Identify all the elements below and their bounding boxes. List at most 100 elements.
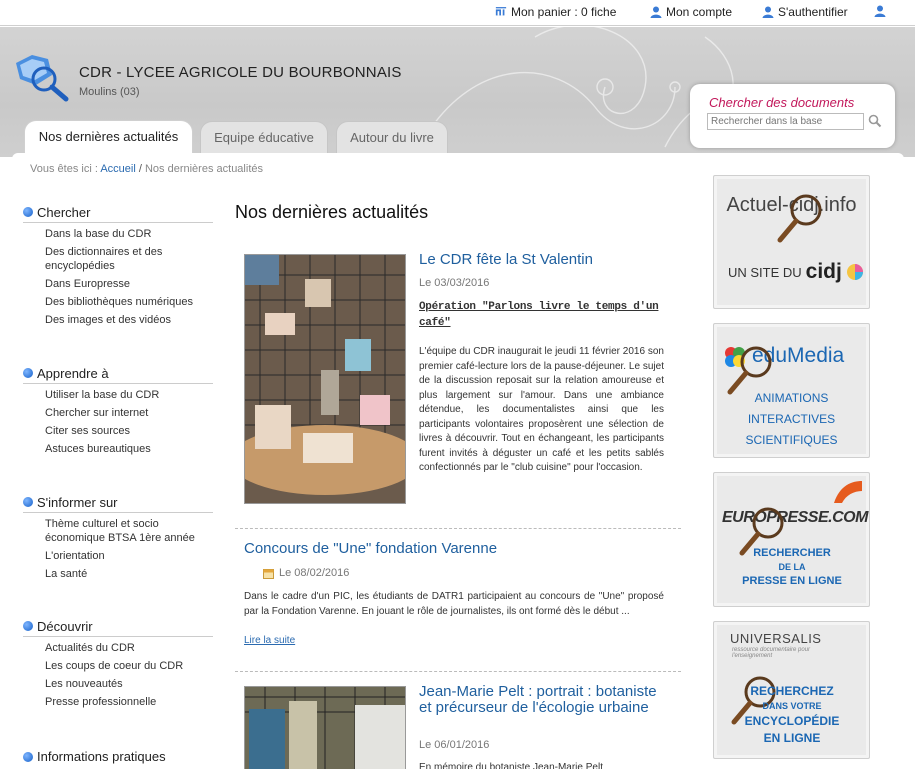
sidebar-item-bibliotheques[interactable]: Des bibliothèques numériques [45, 295, 213, 309]
tab-autour-du-livre[interactable]: Autour du livre [336, 121, 448, 153]
universalis-line: ENCYCLOPÉDIE [744, 714, 840, 728]
edumedia-banner[interactable]: eduMedia ANIMATIONS INTERACTIVES SCIENTI… [713, 323, 870, 458]
sidebar-section-decouvrir: Découvrir Actualités du CDR Les coups de… [23, 619, 213, 713]
user-icon [762, 6, 774, 18]
valentine-photo-image [245, 255, 405, 503]
sidebar-heading-label: Informations pratiques [37, 749, 166, 764]
bullet-icon [23, 368, 33, 378]
sidebar-item-sante[interactable]: La santé [45, 567, 213, 581]
cidj-banner[interactable]: Actuel-cidj.info UN SITE DU cidj [713, 175, 870, 309]
cart-link[interactable]: Mon panier : 0 fiche [495, 5, 616, 19]
sidebar-item-dictionnaires[interactable]: Des dictionnaires et des encyclopédies [45, 245, 213, 273]
universalis-line: DANS VOTRE [762, 701, 822, 711]
search-box: Chercher des documents [690, 84, 895, 148]
sidebar-item-presse-pro[interactable]: Presse professionnelle [45, 695, 213, 709]
article-title-link[interactable]: Le CDR fête la St Valentin [419, 252, 679, 268]
europresse-text: RECHERCHER DE LA PRESSE EN LIGNE [732, 545, 852, 589]
article-title-link[interactable]: Jean-Marie Pelt : portrait : botaniste e… [419, 684, 664, 716]
cidj-tagline-text: UN SITE DU [728, 264, 802, 280]
europresse-banner[interactable]: EUROPRESSE.COM RECHERCHER DE LA PRESSE E… [713, 472, 870, 607]
sidebar-heading-label: Chercher [37, 204, 91, 220]
cidj-brand: cidj [805, 260, 842, 283]
breadcrumb-home-link[interactable]: Accueil [100, 163, 135, 175]
site-title: CDR - LYCEE AGRICOLE DU BOURBONNAIS [79, 64, 402, 81]
calendar-icon [263, 568, 274, 579]
sidebar-heading-label: Découvrir [37, 618, 93, 634]
sidebar-section-chercher: Chercher Dans la base du CDR Des diction… [23, 205, 213, 331]
universalis-line: RECHERCHEZ [750, 684, 834, 698]
tab-actualites[interactable]: Nos dernières actualités [24, 120, 193, 154]
edumedia-line: INTERACTIVES [747, 412, 836, 426]
user-icon [650, 6, 662, 18]
sidebar-section-apprendre: Apprendre à Utiliser la base du CDR Cher… [23, 366, 213, 460]
sidebar-item-coups-de-coeur[interactable]: Les coups de coeur du CDR [45, 659, 213, 673]
article-body: En mémoire du botaniste Jean-Marie Pelt [419, 762, 603, 769]
edumedia-line: SCIENTIFIQUES [745, 433, 838, 447]
sidebar-item-chercher-internet[interactable]: Chercher sur internet [45, 406, 213, 420]
article-image[interactable] [244, 254, 406, 504]
sidebar-item-orientation[interactable]: L'orientation [45, 549, 213, 563]
search-icon[interactable] [868, 114, 882, 128]
sidebar-heading: Apprendre à [23, 366, 213, 384]
account-label: Mon compte [666, 5, 733, 19]
pelt-books-image [245, 687, 405, 769]
sidebar-item-citer-sources[interactable]: Citer ses sources [45, 424, 213, 438]
sidebar-item-images-videos[interactable]: Des images et des vidéos [45, 313, 213, 327]
universalis-tagline: ressource documentaire pour l'enseigneme… [732, 647, 811, 659]
article-body: L'équipe du CDR inaugurait le jeudi 11 f… [419, 346, 664, 473]
cidj-tagline: UN SITE DU cidj [728, 260, 864, 284]
universalis-text: RECHERCHEZ DANS VOTRE ENCYCLOPÉDIE EN LI… [732, 683, 852, 747]
sidebar-heading: S'informer sur [23, 495, 213, 513]
universalis-banner[interactable]: UNIVERSALIS ressource documentaire pour … [713, 621, 870, 759]
site-subtitle: Moulins (03) [79, 86, 140, 98]
breadcrumb-prefix: Vous êtes ici : [30, 163, 98, 175]
article-date-text: Le 08/02/2016 [279, 567, 350, 579]
sidebar-heading: Chercher [23, 205, 213, 223]
sidebar-item-europresse[interactable]: Dans Europresse [45, 277, 213, 291]
site-logo-icon [16, 55, 69, 102]
europresse-line: RECHERCHER [753, 547, 831, 559]
cart-icon [495, 7, 507, 16]
bullet-icon [23, 207, 33, 217]
universalis-brand: UNIVERSALIS [730, 631, 822, 646]
account-link[interactable]: Mon compte [650, 5, 732, 19]
breadcrumb-current: Nos dernières actualités [144, 163, 263, 175]
article-date: Le 08/02/2016 [263, 567, 349, 579]
article-date: Le 03/03/2016 [419, 277, 489, 289]
article-body: Dans le cadre d'un PIC, les étudiants de… [244, 591, 664, 617]
sidebar-item-astuces[interactable]: Astuces bureautiques [45, 442, 213, 456]
read-more-link[interactable]: Lire la suite [244, 635, 295, 646]
login-link[interactable]: S'authentifier [762, 5, 848, 19]
bullet-icon [23, 751, 33, 762]
edumedia-text: ANIMATIONS INTERACTIVES SCIENTIFIQUES [714, 388, 869, 451]
sidebar-section-infos-pratiques: Informations pratiques [23, 749, 213, 767]
sidebar-item-actualites[interactable]: Actualités du CDR [45, 641, 213, 655]
search-input[interactable] [707, 113, 864, 130]
page-title: Nos dernières actualités [235, 202, 429, 222]
article-separator [235, 671, 681, 672]
europresse-line: DE LA [778, 562, 806, 572]
tab-equipe-educative[interactable]: Equipe éducative [200, 121, 328, 153]
article-date-text: Le 06/01/2016 [419, 739, 490, 751]
sidebar-heading: Découvrir [23, 619, 213, 637]
sidebar-section-informer: S'informer sur Thème culturel et socio é… [23, 495, 213, 585]
sidebar-heading-label: S'informer sur [37, 494, 118, 510]
magnifier-icon [777, 194, 822, 243]
breadcrumb: Vous êtes ici : Accueil / Nos dernières … [30, 163, 263, 175]
sidebar-item-theme-culturel[interactable]: Thème culturel et socio économique BTSA … [45, 517, 213, 545]
cart-label: Mon panier : 0 fiche [511, 5, 617, 19]
article-date: Le 06/01/2016 [419, 739, 489, 751]
europresse-line: PRESSE EN LIGNE [742, 575, 842, 587]
universalis-line: EN LIGNE [763, 731, 821, 745]
article-title-link[interactable]: Concours de "Une" fondation Varenne [244, 541, 664, 557]
sidebar-item-base-cdr[interactable]: Dans la base du CDR [45, 227, 213, 241]
search-title: Chercher des documents [709, 95, 855, 110]
login-label: S'authentifier [778, 5, 848, 19]
top-bar: Mon panier : 0 fiche Mon compte S'authen… [0, 0, 915, 26]
profile-button[interactable] [874, 5, 886, 17]
sidebar-item-utiliser-base[interactable]: Utiliser la base du CDR [45, 388, 213, 402]
sidebar-item-nouveautes[interactable]: Les nouveautés [45, 677, 213, 691]
sidebar-heading: Informations pratiques [23, 749, 213, 767]
article-image[interactable] [244, 686, 406, 769]
europresse-logo-icon [834, 481, 862, 503]
